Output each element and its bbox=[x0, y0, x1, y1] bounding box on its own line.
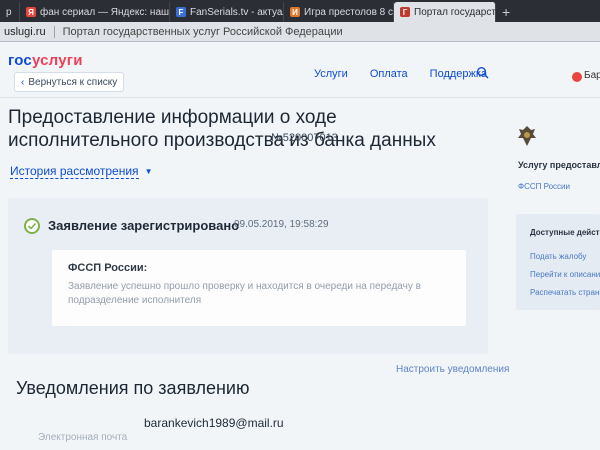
provider-label: Услугу предоставляет bbox=[518, 160, 600, 170]
site-icon: И bbox=[290, 7, 300, 17]
back-to-list-button[interactable]: ‹ Вернуться к списку bbox=[14, 72, 124, 92]
fanserials-icon: F bbox=[176, 7, 186, 17]
main-content: Предоставление информации о ходе исполни… bbox=[0, 98, 600, 450]
notification-settings-link[interactable]: Настроить уведомления bbox=[396, 364, 509, 375]
chevron-down-icon: ▼ bbox=[144, 167, 153, 176]
logo-part-uslugi: услуги bbox=[31, 52, 83, 69]
nav-item-services[interactable]: Услуги bbox=[314, 68, 348, 80]
notifications-heading: Уведомления по заявлению bbox=[16, 378, 250, 398]
divider bbox=[53, 25, 55, 38]
fssp-emblem-icon bbox=[518, 126, 536, 146]
request-number: №520007013 bbox=[271, 132, 338, 144]
available-actions-panel: Доступные действи Подать жалобу Перейти … bbox=[516, 214, 600, 310]
new-tab-icon[interactable]: + bbox=[496, 2, 516, 22]
top-navigation: Услуги Оплата Поддержка bbox=[314, 68, 487, 80]
tab-label: FanSerials.tv - актуальное bbox=[190, 6, 283, 18]
status-timestamp: 09.05.2019, 19:58:29 bbox=[234, 219, 329, 230]
address-domain: uslugi.ru bbox=[4, 25, 46, 38]
tab-label: р bbox=[6, 6, 12, 18]
yandex-icon: Я bbox=[26, 7, 36, 17]
status-card: Заявление зарегистрировано 09.05.2019, 1… bbox=[8, 198, 488, 354]
organization-name: ФССП России: bbox=[68, 262, 148, 274]
check-circle-icon bbox=[24, 218, 40, 234]
provider-link[interactable]: ФССП России bbox=[518, 182, 570, 191]
site-header: госуслуги ‹ Вернуться к списку Услуги Оп… bbox=[0, 42, 600, 98]
tab-label: Игра престолов 8 сезон 3 bbox=[304, 6, 394, 18]
actions-heading: Доступные действи bbox=[530, 228, 600, 237]
tab-label: Портал государственных bbox=[414, 6, 496, 18]
nav-item-payment[interactable]: Оплата bbox=[370, 68, 408, 80]
gosuslugi-icon: Г bbox=[400, 7, 410, 17]
page-title: Предоставление информации о ходе исполни… bbox=[8, 107, 436, 151]
status-message: Заявление успешно прошло проверку и нахо… bbox=[68, 281, 421, 306]
email-label: Электронная почта bbox=[38, 432, 128, 443]
search-icon[interactable] bbox=[476, 66, 490, 80]
back-button-label: Вернуться к списку bbox=[28, 76, 118, 88]
avatar[interactable] bbox=[572, 72, 582, 82]
browser-tab[interactable]: р bbox=[0, 2, 20, 22]
history-toggle[interactable]: История рассмотрения ▼ bbox=[10, 164, 152, 179]
chevron-left-icon: ‹ bbox=[21, 76, 25, 88]
browser-tab[interactable]: И Игра престолов 8 сезон 3 ✕ bbox=[284, 2, 394, 22]
history-label: История рассмотрения bbox=[10, 164, 139, 179]
browser-tab-active[interactable]: Г Портал государственных ✕ bbox=[394, 2, 496, 22]
gosuslugi-logo[interactable]: госуслуги bbox=[8, 52, 83, 69]
address-bar[interactable]: uslugi.ru Портал государственных услуг Р… bbox=[0, 22, 600, 42]
print-page-link[interactable]: Распечатать страниц bbox=[530, 288, 600, 297]
browser-tab[interactable]: Я фан сериал — Яндекс: наш bbox=[20, 2, 170, 22]
user-name[interactable]: Бара bbox=[584, 70, 600, 81]
status-message-card: ФССП России: Заявление успешно прошло пр… bbox=[52, 250, 466, 326]
logo-part-gos: гос bbox=[8, 52, 32, 69]
browser-tabstrip: р Я фан сериал — Яндекс: наш F FanSerial… bbox=[0, 0, 600, 22]
file-complaint-link[interactable]: Подать жалобу bbox=[530, 252, 586, 261]
address-page-title: Портал государственных услуг Российской … bbox=[62, 25, 343, 38]
browser-tab[interactable]: F FanSerials.tv - актуальное ✕ bbox=[170, 2, 284, 22]
go-to-description-link[interactable]: Перейти к описанию bbox=[530, 270, 600, 279]
status-title: Заявление зарегистрировано bbox=[48, 218, 240, 233]
email-value: barankevich1989@mail.ru bbox=[144, 416, 284, 430]
tab-label: фан сериал — Яндекс: наш bbox=[40, 6, 170, 18]
